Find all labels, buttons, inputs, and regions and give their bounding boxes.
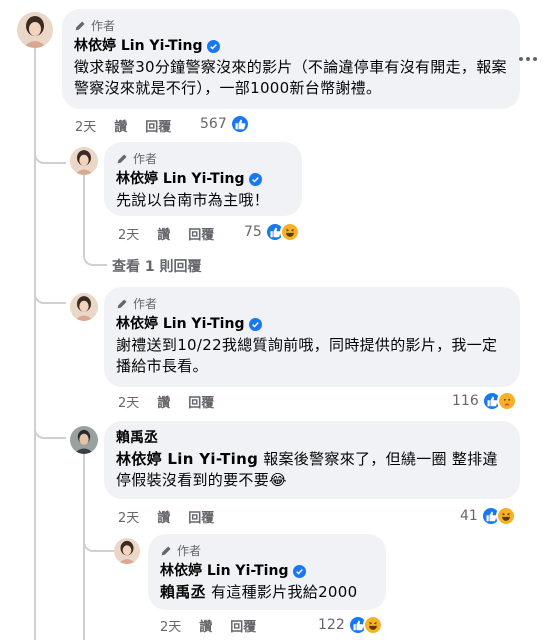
reply-button[interactable]: 回覆 xyxy=(230,616,256,635)
author-name[interactable]: 賴禹丞 xyxy=(116,429,158,447)
author-name[interactable]: 林依婷 Lin Yi-Ting xyxy=(160,562,288,580)
comment-text: 先說以台南市為主哦！ xyxy=(116,191,270,209)
more-options-icon[interactable] xyxy=(519,57,539,63)
avatar[interactable] xyxy=(114,538,140,564)
reaction-count: 567 xyxy=(200,116,227,132)
comment-actions: 2天 讚 回覆 xyxy=(75,116,171,135)
timestamp[interactable]: 2天 xyxy=(118,392,139,411)
avatar[interactable] xyxy=(70,293,98,321)
comment-text: 林依婷 Lin Yi-Ting 報案後警察來了，但繞一圈 整排違停假裝沒看到的要… xyxy=(116,449,508,491)
timestamp[interactable]: 2天 xyxy=(160,616,181,635)
thread-curve xyxy=(34,270,66,304)
comment-bubble: 作者 林依婷 Lin Yi-Ting 先說以台南市為主哦！ xyxy=(104,142,302,216)
thread-curve xyxy=(83,520,115,552)
comment-text: 徵求報警30分鐘警察沒來的影片（不論違停車有沒有開走，報案警察沒來就是不行），一… xyxy=(74,58,507,97)
comment-bubble: 作者 林依婷 Lin Yi-Ting 徵求報警30分鐘警察沒來的影片（不論違停車… xyxy=(62,9,520,109)
like-button[interactable]: 讚 xyxy=(157,224,170,243)
pencil-icon xyxy=(75,20,85,30)
author-name[interactable]: 林依婷 Lin Yi-Ting xyxy=(116,315,244,333)
like-icon xyxy=(229,114,250,134)
care-icon xyxy=(496,391,517,411)
pencil-icon xyxy=(117,153,127,163)
comment-actions: 2天 讚 回覆 xyxy=(118,224,214,243)
like-button[interactable]: 讚 xyxy=(199,616,212,635)
avatar[interactable] xyxy=(17,12,53,48)
author-tag-label: 作者 xyxy=(133,296,158,311)
author-tag: 作者 xyxy=(74,17,508,33)
haha-icon xyxy=(495,506,516,526)
reaction-summary[interactable]: 75 xyxy=(244,221,300,243)
verified-badge-icon xyxy=(207,39,221,53)
author-tag: 作者 xyxy=(116,150,290,166)
verified-badge-icon xyxy=(249,317,263,331)
reply-button[interactable]: 回覆 xyxy=(145,116,171,135)
avatar[interactable] xyxy=(70,147,98,175)
comment-actions: 2天 讚 回覆 xyxy=(118,507,214,526)
author-tag-label: 作者 xyxy=(177,543,202,558)
comment-text: 謝禮送到10/22我總質詢前哦，同時提供的影片，我一定播給市長看。 xyxy=(116,336,498,375)
timestamp[interactable]: 2天 xyxy=(75,116,96,135)
reaction-summary[interactable]: 116 xyxy=(452,390,517,412)
like-button[interactable]: 讚 xyxy=(114,116,127,135)
reaction-count: 41 xyxy=(460,508,478,524)
verified-badge-icon xyxy=(293,564,307,578)
haha-icon xyxy=(362,615,383,635)
comment-bubble: 作者 林依婷 Lin Yi-Ting 賴禹丞 有這種影片我給2000 xyxy=(148,534,386,610)
comment-bubble: 作者 林依婷 Lin Yi-Ting 謝禮送到10/22我總質詢前哦，同時提供的… xyxy=(104,287,520,387)
thread-curve xyxy=(34,405,66,439)
author-tag: 作者 xyxy=(116,295,508,311)
view-more-replies-link[interactable]: 查看 1 則回覆 xyxy=(112,256,202,276)
reaction-count: 122 xyxy=(318,617,345,633)
timestamp[interactable]: 2天 xyxy=(118,224,139,243)
like-button[interactable]: 讚 xyxy=(157,392,170,411)
reply-button[interactable]: 回覆 xyxy=(188,224,214,243)
reply-button[interactable]: 回覆 xyxy=(188,507,214,526)
timestamp[interactable]: 2天 xyxy=(118,507,139,526)
comment-text: 賴禹丞 有這種影片我給2000 xyxy=(160,582,374,603)
pencil-icon xyxy=(117,298,127,308)
comment-body: 有這種影片我給2000 xyxy=(205,583,358,601)
reaction-summary[interactable]: 122 xyxy=(318,614,383,636)
reaction-summary[interactable]: 567 xyxy=(200,113,250,135)
haha-icon xyxy=(279,222,300,242)
reaction-summary[interactable]: 41 xyxy=(460,505,516,527)
reply-button[interactable]: 回覆 xyxy=(188,392,214,411)
author-tag-label: 作者 xyxy=(91,18,116,33)
verified-badge-icon xyxy=(249,172,263,186)
thread-curve xyxy=(34,130,66,164)
reaction-count: 116 xyxy=(452,393,479,409)
like-button[interactable]: 讚 xyxy=(157,507,170,526)
reaction-count: 75 xyxy=(244,224,262,240)
comment-actions: 2天 讚 回覆 xyxy=(160,616,256,635)
avatar[interactable] xyxy=(70,426,98,454)
thread-curve xyxy=(83,236,107,266)
author-name[interactable]: 林依婷 Lin Yi-Ting xyxy=(116,170,244,188)
mention-link[interactable]: 林依婷 Lin Yi-Ting xyxy=(116,450,258,468)
comment-bubble: 賴禹丞 林依婷 Lin Yi-Ting 報案後警察來了，但繞一圈 整排違停假裝沒… xyxy=(104,421,520,499)
author-tag: 作者 xyxy=(160,542,374,558)
comment-actions: 2天 讚 回覆 xyxy=(118,392,214,411)
mention-link[interactable]: 賴禹丞 xyxy=(160,583,206,601)
author-name[interactable]: 林依婷 Lin Yi-Ting xyxy=(74,37,202,55)
pencil-icon xyxy=(161,545,171,555)
author-tag-label: 作者 xyxy=(133,151,158,166)
